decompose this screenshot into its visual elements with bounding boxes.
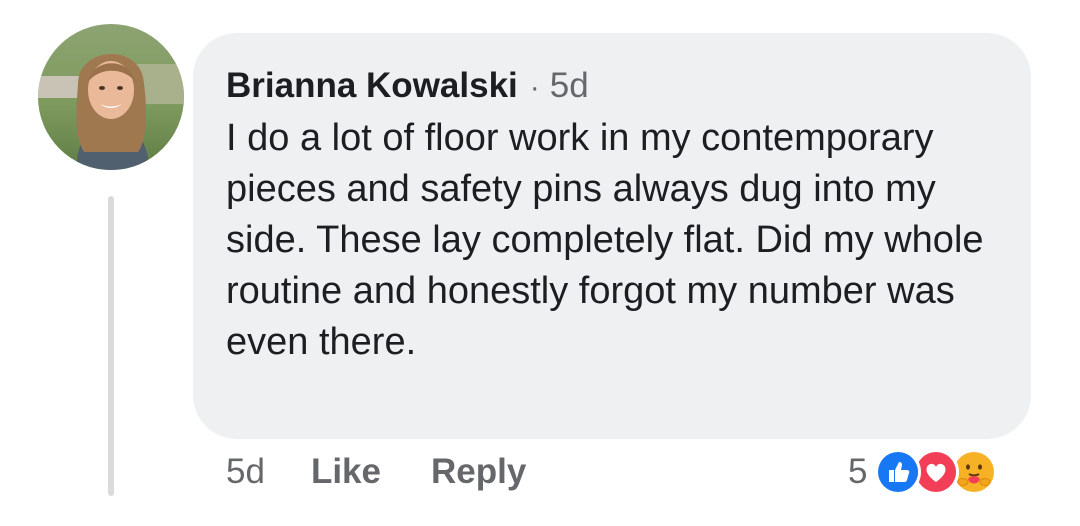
comment-header: Brianna Kowalski · 5d <box>226 61 1001 113</box>
reaction-count: 5 <box>848 452 868 491</box>
thread-line <box>108 196 114 496</box>
action-timestamp[interactable]: 5d <box>226 452 265 492</box>
avatar[interactable] <box>38 24 184 170</box>
comment-bubble: Brianna Kowalski · 5d I do a lot of floo… <box>193 33 1031 439</box>
separator-dot: · <box>529 71 540 104</box>
reply-button[interactable]: Reply <box>431 452 526 492</box>
author-name[interactable]: Brianna Kowalski <box>226 61 518 111</box>
thumbs-up-icon <box>875 449 922 495</box>
like-button[interactable]: Like <box>311 452 381 492</box>
reactions-summary[interactable]: 5 <box>848 449 1011 495</box>
comment-text: I do a lot of floor work in my contempor… <box>226 117 984 363</box>
comment-actions: 5d Like Reply <box>226 452 526 492</box>
comment-timestamp[interactable]: 5d <box>550 61 589 111</box>
reaction-icons <box>875 449 1011 495</box>
